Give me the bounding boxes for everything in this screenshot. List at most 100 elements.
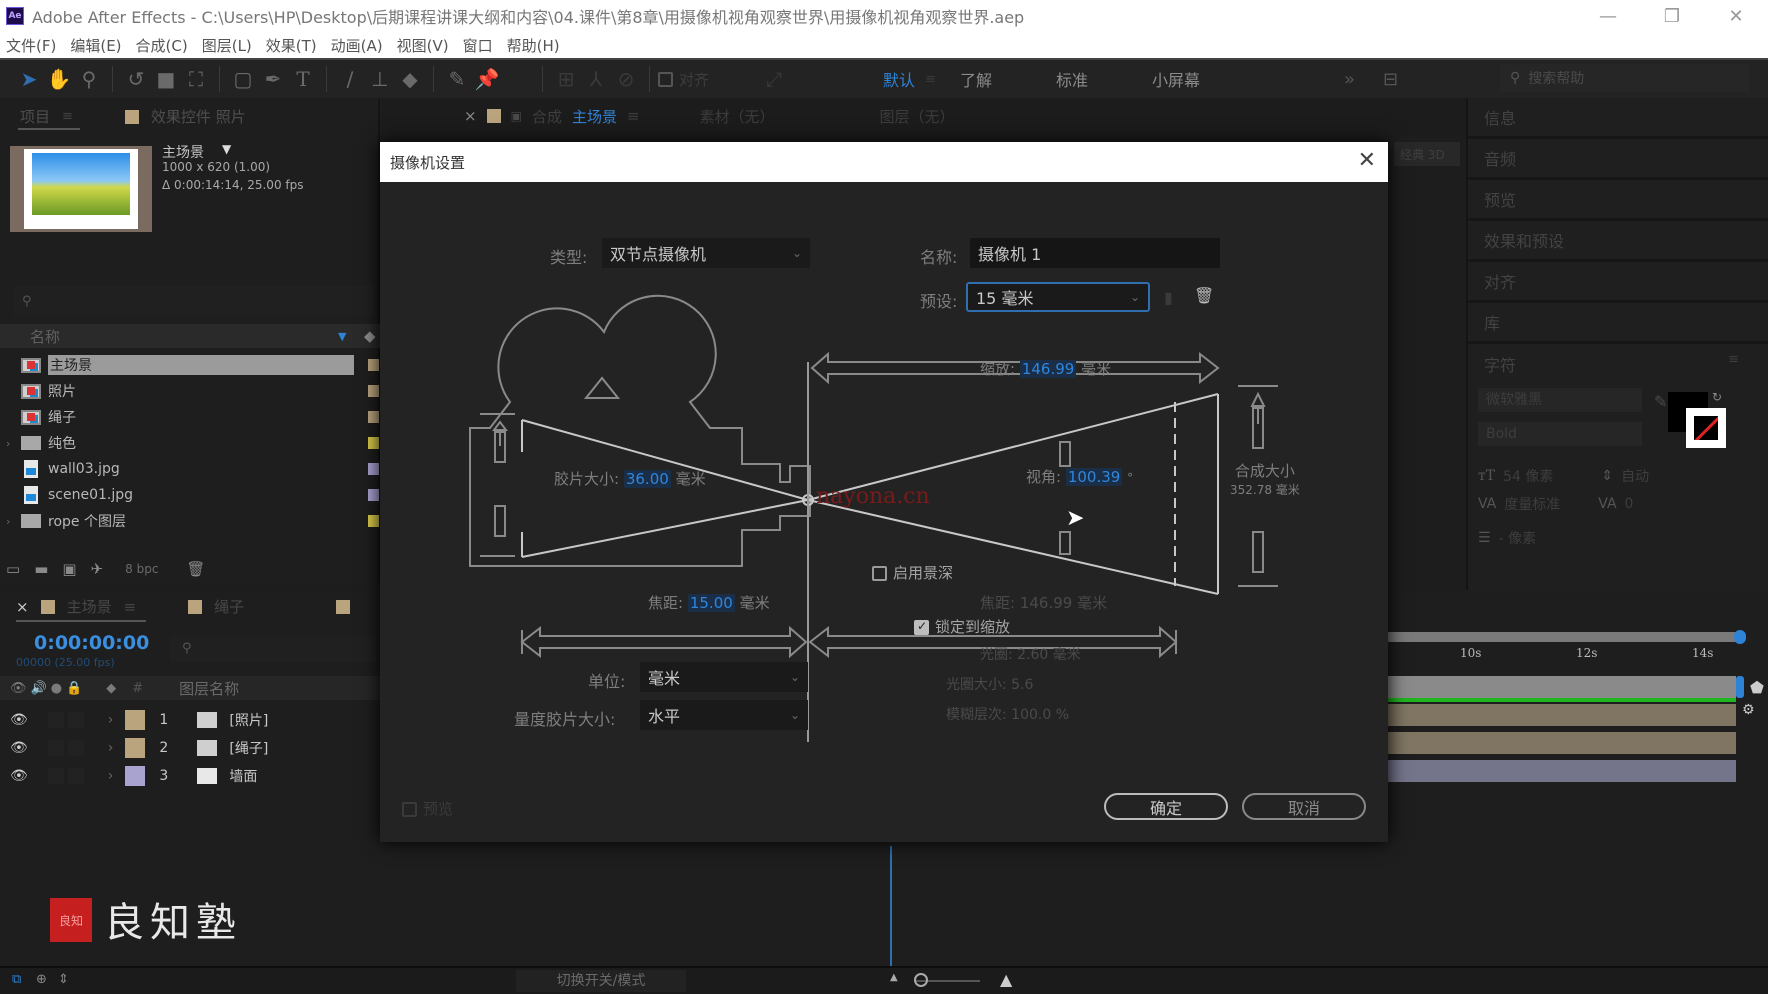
comp-dropdown-icon[interactable]: ▼ [222,142,231,156]
solo-toggle-icon[interactable]: ● [51,681,62,696]
swap-colors-icon[interactable]: ↻ [1712,390,1722,404]
project-item[interactable]: › rope 个图层 [0,508,380,534]
menu-view[interactable]: 视图(V) [397,35,449,56]
workspace-default[interactable]: 默认 [883,67,915,91]
label-color-swatch[interactable] [368,463,379,475]
workspace-standard[interactable]: 标准 [1056,67,1088,91]
snap-icon[interactable]: ⤢ [759,64,789,94]
checkbox-box[interactable] [402,802,417,817]
eye-icon[interactable]: 👁 [10,740,28,756]
new-folder-icon[interactable]: ▬ [34,560,48,578]
pan-behind-tool-icon[interactable]: ⛶ [181,64,211,94]
eraser-tool-icon[interactable]: ◆ [395,64,425,94]
zoom-tool-icon[interactable]: ⚲ [74,64,104,94]
layer-label-swatch[interactable] [125,765,146,786]
menu-animation[interactable]: 动画(A) [331,35,383,56]
render-time-icon[interactable]: ⧉ [12,972,21,987]
tab-project[interactable]: 项目 [20,106,50,127]
brush-tool-icon[interactable]: ∕ [335,64,365,94]
label-column-icon[interactable]: ◆ [364,327,376,345]
layer-label-swatch[interactable] [125,737,146,758]
time-ruler[interactable]: 10s 12s 14s [1388,646,1740,674]
ok-button[interactable]: 确定 [1104,793,1228,820]
frame-blending-icon[interactable]: ⇕ [58,972,69,987]
layer-name-header[interactable]: 图层名称 [179,678,239,699]
project-item[interactable]: 照片 [0,378,380,404]
expand-arrow-icon[interactable]: › [108,768,114,784]
panel-library[interactable]: 库 [1468,303,1768,344]
world-axis-icon[interactable]: ⅄ [581,64,611,94]
selection-tool-icon[interactable]: ➤ [14,64,44,94]
workspace-menu-icon[interactable]: ≡ [925,72,936,87]
panel-menu-icon[interactable]: ≡ [62,109,73,124]
minimize-button[interactable]: — [1576,0,1640,32]
project-item[interactable]: 主场景 [0,352,380,378]
switch-box[interactable] [47,739,64,756]
expand-arrow-icon[interactable]: › [108,740,114,756]
sort-arrow-icon[interactable]: ▼ [338,330,346,343]
checkbox-box[interactable] [872,566,887,581]
eye-icon[interactable]: 👁 [10,768,28,784]
tab-effect-controls[interactable]: 效果控件 照片 [151,106,246,127]
close-comp-tab-icon[interactable]: × [464,107,477,125]
align-checkbox[interactable] [658,71,673,87]
playhead-line[interactable] [890,846,892,966]
font-style-select[interactable]: Bold [1478,422,1642,446]
eye-icon[interactable]: 👁 [10,712,28,728]
label-color-swatch[interactable] [368,489,379,501]
zoom-slider-handle[interactable] [914,973,928,987]
close-dialog-button[interactable]: ✕ [1358,148,1376,173]
restore-button[interactable]: ❐ [1640,0,1704,32]
layer-duration-bar[interactable] [1388,704,1736,726]
type-tool-icon[interactable]: T [288,64,318,94]
rotate-tool-icon[interactable]: ↺ [121,64,151,94]
camera-type-select[interactable]: 双节点摄像机 ⌄ [602,238,810,268]
expand-arrow-icon[interactable]: › [6,437,20,450]
current-timecode[interactable]: 0:00:00:00 [34,632,149,654]
close-timeline-tab-icon[interactable]: × [16,598,29,616]
interpret-footage-icon[interactable]: ▭ [6,560,20,578]
switch-box[interactable] [67,711,84,728]
zoom-value[interactable]: 146.99 [1019,360,1077,378]
menu-layer[interactable]: 图层(L) [202,35,252,56]
panel-menu-icon[interactable]: ≡ [1728,352,1739,367]
units-select[interactable]: 毫米 ⌄ [640,662,808,692]
cancel-button[interactable]: 取消 [1242,793,1366,820]
layer-label-swatch[interactable] [125,709,146,730]
menu-window[interactable]: 窗口 [463,35,493,56]
save-preset-icon[interactable]: ▮ [1164,288,1173,307]
expand-arrow-icon[interactable]: › [6,515,20,528]
view-axis-icon[interactable]: ⊘ [611,64,641,94]
font-size-value[interactable]: 54 像素 [1503,466,1553,486]
camera-tool-icon[interactable]: ■ [151,64,181,94]
lock-toggle-icon[interactable]: 🔒 [66,681,82,696]
film-size-value[interactable]: 36.00 [623,470,671,488]
kerning-value[interactable]: 度量标准 [1504,494,1560,514]
time-navigator[interactable] [1388,632,1740,642]
enable-dof-checkbox[interactable]: 启用景深 [872,562,953,583]
panel-menu-icon[interactable]: ≡ [124,598,137,616]
toggle-switches-modes-button[interactable]: 切换开关/模式 [516,970,686,992]
audio-toggle-icon[interactable]: 🔊 [31,681,47,696]
project-item[interactable]: › 纯色 [0,430,380,456]
zoom-out-icon[interactable]: ▲ [890,972,898,983]
renderer-label[interactable]: 经典 3D [1394,142,1460,166]
lock-icon[interactable]: ▣ [511,109,522,123]
layer-duration-bar[interactable] [1388,760,1736,782]
menu-edit[interactable]: 编辑(E) [70,35,121,56]
comp-marker-icon[interactable]: ⬟ [1750,678,1764,697]
panel-align[interactable]: 对齐 [1468,262,1768,303]
panel-info[interactable]: 信息 [1468,98,1768,139]
panel-effects-presets[interactable]: 效果和预设 [1468,221,1768,262]
layer-row[interactable]: 👁 › 3 墙面 [0,762,380,789]
switch-box[interactable] [47,767,64,784]
project-item[interactable]: scene01.jpg [0,482,380,508]
switch-box[interactable] [47,711,64,728]
tab-layer[interactable]: 图层（无） [880,106,955,127]
search-help-input[interactable]: ⚲ 搜索帮助 [1500,64,1750,92]
preset-select[interactable]: 15 毫米 ⌄ [966,282,1150,312]
local-axis-icon[interactable]: ⊞ [551,64,581,94]
clone-stamp-tool-icon[interactable]: ⊥ [365,64,395,94]
menu-help[interactable]: 帮助(H) [507,35,560,56]
tab-footage[interactable]: 素材（无） [700,106,775,127]
